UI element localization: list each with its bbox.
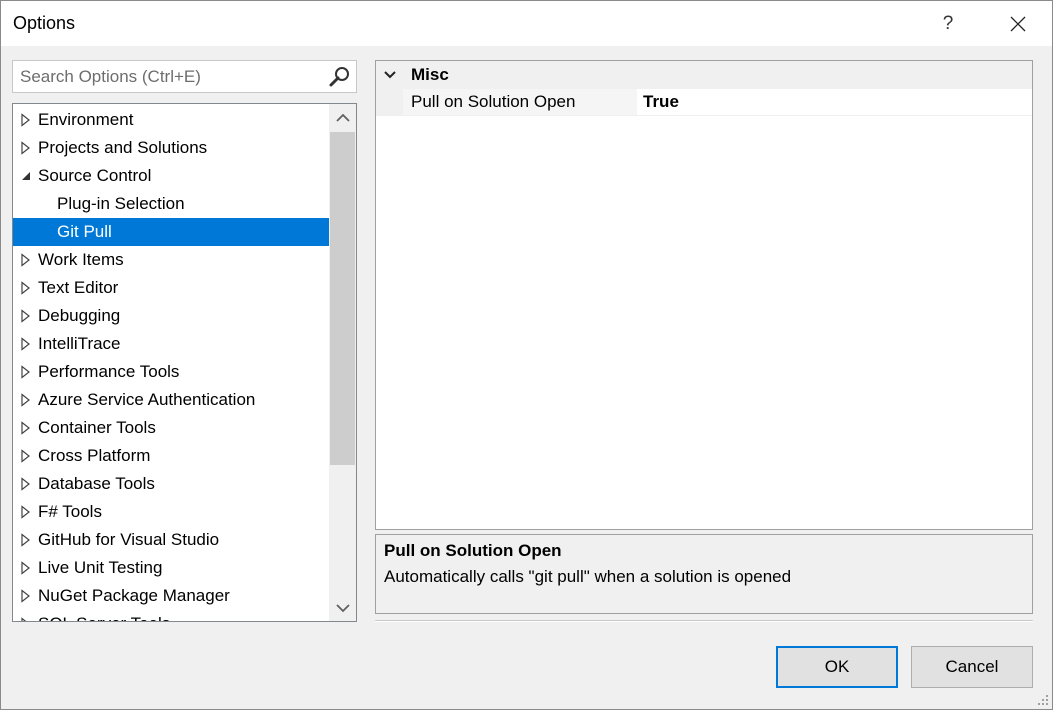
expand-arrow-icon[interactable] xyxy=(19,281,33,295)
tree-item-label: Performance Tools xyxy=(38,362,180,381)
tree-list: Environment Projects and Solutions Source … xyxy=(13,106,329,622)
tree-item-label: SQL Server Tools xyxy=(38,610,170,621)
property-value[interactable]: True xyxy=(638,89,1032,115)
chevron-down-icon[interactable] xyxy=(383,68,397,82)
expand-arrow-icon[interactable] xyxy=(19,421,33,435)
tree-item-label: Azure Service Authentication xyxy=(38,390,256,409)
resize-grip-icon[interactable] xyxy=(1037,694,1049,706)
expand-arrow-icon[interactable] xyxy=(19,113,33,127)
tree-item-plug-in-selection[interactable]: Plug-in Selection xyxy=(13,190,329,218)
tree-item-label: Work Items xyxy=(38,250,124,269)
expand-arrow-icon[interactable] xyxy=(19,449,33,463)
tree-item-label: Container Tools xyxy=(38,418,156,437)
expand-arrow-icon[interactable] xyxy=(19,505,33,519)
tree-item-text-editor[interactable]: Text Editor xyxy=(13,274,329,302)
title-bar: Options ? xyxy=(1,1,1052,46)
tree-item-cross-platform[interactable]: Cross Platform xyxy=(13,442,329,470)
description-text: Automatically calls "git pull" when a so… xyxy=(384,567,792,586)
options-tree: Environment Projects and Solutions Source … xyxy=(12,103,357,622)
expand-arrow-icon[interactable] xyxy=(19,561,33,575)
cancel-button[interactable]: Cancel xyxy=(911,646,1033,688)
tree-item-label: Database Tools xyxy=(38,474,155,493)
tree-item-nuget-package-manager[interactable]: NuGet Package Manager xyxy=(13,582,329,610)
tree-item-label: Live Unit Testing xyxy=(38,558,163,577)
search-icon[interactable] xyxy=(328,65,352,89)
expand-arrow-icon[interactable] xyxy=(19,309,33,323)
tree-item-label: Plug-in Selection xyxy=(57,194,185,213)
search-box xyxy=(12,60,357,93)
expand-arrow-icon[interactable] xyxy=(19,477,33,491)
ok-button[interactable]: OK xyxy=(776,646,898,688)
expand-arrow-icon[interactable] xyxy=(19,393,33,407)
property-row[interactable]: Pull on Solution Open True xyxy=(376,89,1032,116)
tree-item-label: Cross Platform xyxy=(38,446,151,465)
tree-item-label: Git Pull xyxy=(57,222,112,241)
description-panel: Pull on Solution Open Automatically call… xyxy=(375,534,1033,614)
chevron-up-icon xyxy=(335,113,350,122)
divider xyxy=(375,620,1033,622)
tree-item-intellitrace[interactable]: IntelliTrace xyxy=(13,330,329,358)
tree-item-database-tools[interactable]: Database Tools xyxy=(13,470,329,498)
tree-item-source-control[interactable]: Source Control xyxy=(13,162,329,190)
property-grid: Misc Pull on Solution Open True xyxy=(375,60,1033,530)
tree-item-work-items[interactable]: Work Items xyxy=(13,246,329,274)
property-margin xyxy=(376,89,403,116)
scroll-up-button[interactable] xyxy=(329,104,356,131)
category-row-misc[interactable]: Misc xyxy=(376,61,1032,89)
help-button[interactable]: ? xyxy=(921,1,975,46)
category-label: Misc xyxy=(411,65,449,84)
tree-item-label: Debugging xyxy=(38,306,121,325)
scroll-thumb[interactable] xyxy=(330,132,355,465)
tree-item-sql-server-tools[interactable]: SQL Server Tools xyxy=(13,610,329,622)
options-dialog: Options ? Environment Projects and Soluti… xyxy=(0,0,1053,710)
tree-item-label: Projects and Solutions xyxy=(38,138,208,157)
tree-item-live-unit-testing[interactable]: Live Unit Testing xyxy=(13,554,329,582)
expand-arrow-icon[interactable] xyxy=(19,617,33,622)
tree-item-f-tools[interactable]: F# Tools xyxy=(13,498,329,526)
tree-item-container-tools[interactable]: Container Tools xyxy=(13,414,329,442)
chevron-down-icon xyxy=(335,603,350,612)
tree-item-label: F# Tools xyxy=(38,502,102,521)
close-icon xyxy=(1010,16,1026,31)
tree-item-azure-service-authentication[interactable]: Azure Service Authentication xyxy=(13,386,329,414)
tree-item-github-for-visual-studio[interactable]: GitHub for Visual Studio xyxy=(13,526,329,554)
tree-item-label: GitHub for Visual Studio xyxy=(38,530,220,549)
tree-item-performance-tools[interactable]: Performance Tools xyxy=(13,358,329,386)
tree-item-label: Source Control xyxy=(38,166,152,185)
search-input[interactable] xyxy=(13,61,323,92)
tree-item-label: NuGet Package Manager xyxy=(38,586,230,605)
tree-scrollbar[interactable] xyxy=(329,104,356,621)
close-button[interactable] xyxy=(991,1,1045,46)
property-name[interactable]: Pull on Solution Open xyxy=(403,89,637,115)
expand-arrow-icon[interactable] xyxy=(19,533,33,547)
collapse-arrow-icon[interactable] xyxy=(19,169,33,183)
expand-arrow-icon[interactable] xyxy=(19,253,33,267)
tree-item-debugging[interactable]: Debugging xyxy=(13,302,329,330)
dialog-title: Options xyxy=(13,13,76,33)
tree-item-label: IntelliTrace xyxy=(38,334,121,353)
scroll-down-button[interactable] xyxy=(329,594,356,621)
tree-item-git-pull[interactable]: Git Pull xyxy=(13,218,329,246)
tree-item-projects-and-solutions[interactable]: Projects and Solutions xyxy=(13,134,329,162)
expand-arrow-icon[interactable] xyxy=(19,337,33,351)
expand-arrow-icon[interactable] xyxy=(19,589,33,603)
tree-item-label: Environment xyxy=(38,110,134,129)
tree-item-environment[interactable]: Environment xyxy=(13,106,329,134)
tree-item-label: Text Editor xyxy=(38,278,119,297)
description-title: Pull on Solution Open xyxy=(384,541,562,560)
expand-arrow-icon[interactable] xyxy=(19,141,33,155)
expand-arrow-icon[interactable] xyxy=(19,365,33,379)
